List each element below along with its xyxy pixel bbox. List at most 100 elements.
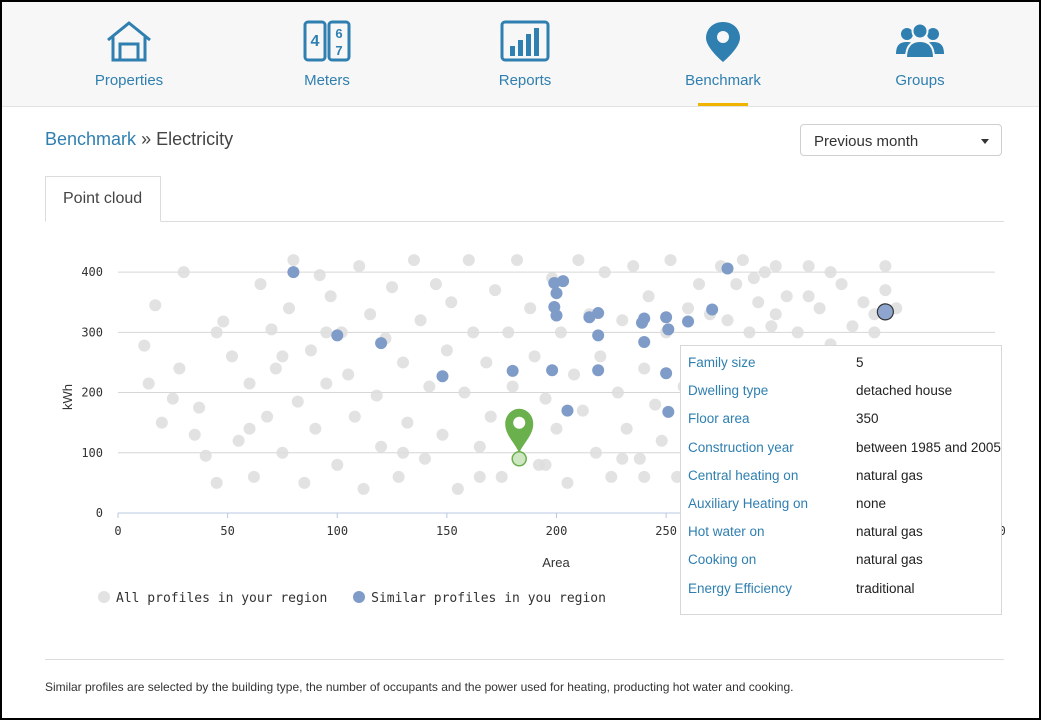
legend-item-similar[interactable]: Similar profiles in you region [353, 591, 606, 606]
data-point-all [188, 428, 201, 441]
profile-tooltip: Family size 5 Dwelling type detached house F… [680, 345, 1002, 615]
data-point-all [331, 458, 344, 471]
data-point-all [736, 254, 749, 267]
data-point-all [568, 368, 581, 381]
nav-label: Groups [895, 72, 945, 89]
nav-groups[interactable]: Groups [850, 2, 990, 106]
footer-divider [45, 659, 1004, 660]
data-point-all [414, 314, 427, 327]
data-point-all [802, 290, 815, 303]
data-point-all [407, 254, 420, 267]
breadcrumb-link-benchmark[interactable]: Benchmark [45, 129, 136, 149]
data-point-all [791, 326, 804, 339]
data-point-all [473, 470, 486, 483]
data-point-all [633, 452, 646, 465]
data-point-all [868, 326, 881, 339]
tooltip-key: Central heating on [688, 467, 799, 483]
data-point-all [243, 422, 256, 435]
app-frame: Properties 4 6 7 Meters Reports Benchmar… [0, 0, 1041, 720]
data-point-all [324, 290, 337, 303]
highlight-point [511, 451, 527, 467]
data-point-all [276, 350, 289, 363]
bar-chart-icon [500, 20, 550, 62]
data-point-similar [550, 287, 563, 300]
data-point-similar [592, 329, 605, 342]
data-point-all [747, 272, 760, 285]
data-point-all [611, 386, 624, 399]
svg-text:7: 7 [335, 43, 342, 58]
y-axis-label: kWh [60, 384, 75, 410]
tooltip-value: between 1985 and 2005 [856, 439, 1001, 455]
data-point-all [138, 339, 151, 352]
tooltip-key: Cooking on [688, 552, 757, 568]
chart-legend: All profiles in your region Similar prof… [98, 591, 624, 606]
data-point-all [824, 266, 837, 279]
data-point-all [397, 446, 410, 459]
data-point-similar [592, 307, 605, 320]
map-marker-icon [706, 22, 740, 62]
data-point-all [721, 314, 734, 327]
data-point-all [210, 326, 223, 339]
x-tick-label: 0 [114, 524, 121, 538]
tooltip-value: natural gas [856, 467, 923, 483]
data-point-similar [557, 275, 570, 288]
caret-down-icon [981, 139, 989, 144]
data-point-all [495, 470, 508, 483]
data-point-all [397, 356, 410, 369]
data-point-all [199, 449, 212, 462]
data-point-all [664, 254, 677, 267]
data-point-all [649, 398, 662, 411]
data-point-all [682, 302, 695, 315]
period-select[interactable]: Previous month [800, 124, 1002, 156]
nav-benchmark[interactable]: Benchmark [653, 2, 793, 106]
tooltip-key: Floor area [688, 411, 750, 427]
marker-hole [513, 416, 526, 429]
data-point-all [287, 254, 300, 267]
data-point-all [276, 446, 289, 459]
legend-dot [98, 591, 110, 603]
data-point-similar [662, 405, 675, 418]
data-point-all [561, 476, 574, 489]
selected-point [876, 303, 894, 321]
active-underline [698, 103, 748, 106]
tooltip-key: Family size [688, 355, 756, 370]
data-point-similar [331, 329, 344, 342]
data-point-all [445, 296, 458, 309]
data-point-similar [592, 364, 605, 377]
data-point-all [357, 482, 370, 495]
legend-item-all[interactable]: All profiles in your region [98, 591, 327, 606]
data-point-all [769, 260, 782, 273]
nav-label: Reports [498, 72, 552, 89]
nav-reports[interactable]: Reports [455, 2, 595, 106]
data-point-similar [660, 311, 673, 324]
tooltip-value: traditional [856, 580, 915, 596]
nav-label: Benchmark [685, 72, 761, 89]
data-point-all [638, 362, 651, 375]
tooltip-key: Energy Efficiency [688, 580, 793, 596]
x-tick-label: 50 [220, 524, 234, 538]
data-point-all [142, 377, 155, 390]
data-point-all [802, 260, 815, 273]
legend-dot [353, 591, 366, 603]
data-point-all [304, 344, 317, 357]
data-point-all [210, 476, 223, 489]
users-icon [896, 22, 944, 59]
tooltip-value: natural gas [856, 552, 923, 568]
nav-properties[interactable]: Properties [59, 2, 199, 106]
data-point-all [166, 392, 179, 405]
nav-meters[interactable]: 4 6 7 Meters [257, 2, 397, 106]
data-point-all [149, 299, 162, 312]
data-point-similar [550, 309, 563, 322]
data-point-all [309, 422, 322, 435]
data-point-all [261, 410, 274, 423]
y-tick-label: 200 [81, 386, 103, 400]
data-point-all [502, 326, 515, 339]
data-point-all [401, 416, 414, 429]
data-point-all [511, 254, 524, 267]
data-point-all [835, 278, 848, 291]
tab-point-cloud[interactable]: Point cloud [45, 176, 161, 222]
tooltip-key: Construction year [688, 439, 794, 455]
data-point-similar [721, 262, 734, 275]
data-point-all [846, 320, 859, 333]
data-point-all [539, 458, 552, 471]
